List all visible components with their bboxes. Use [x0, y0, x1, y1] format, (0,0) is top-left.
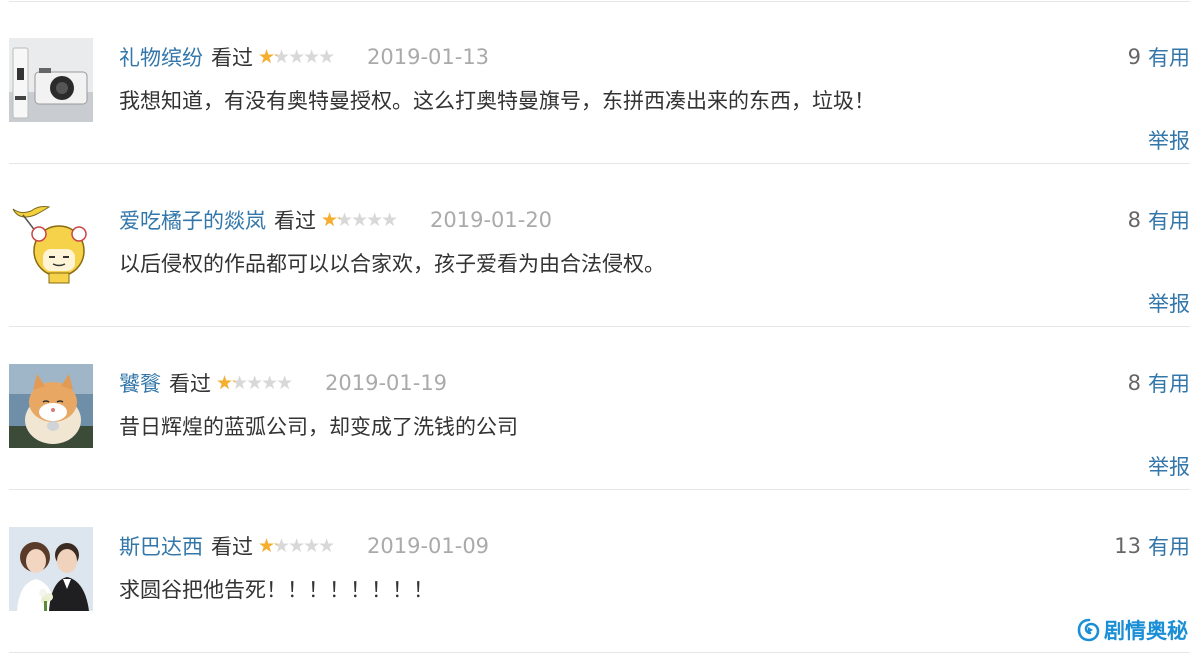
rating-stars: ★★★★★ ★★★★★	[216, 374, 312, 393]
username-link[interactable]: 爱吃橘子的燚岚	[119, 205, 266, 235]
vote-count: 8	[1127, 371, 1141, 395]
useful-button[interactable]: 有用	[1148, 205, 1190, 235]
vote-count: 9	[1127, 45, 1141, 69]
watch-status: 看过	[169, 372, 211, 396]
username-link[interactable]: 饕餮	[119, 368, 161, 398]
vote-count: 8	[1127, 208, 1141, 232]
cartoon-character-icon	[9, 201, 93, 285]
review-header: 爱吃橘子的燚岚 看过 ★★★★★ ★★★★★ 2019-01-20	[119, 202, 552, 238]
avatar[interactable]	[9, 527, 93, 611]
divider	[9, 652, 1190, 653]
username-link[interactable]: 礼物缤纷	[119, 42, 203, 72]
useful-votes: 9 有用	[1128, 39, 1190, 75]
review-text: 以后侵权的作品都可以以合家欢，孩子爱看为由合法侵权。	[119, 252, 665, 276]
useful-votes: 8 有用	[1128, 202, 1190, 238]
review-item: 爱吃橘子的燚岚 看过 ★★★★★ ★★★★★ 2019-01-20 8 有用 以…	[0, 164, 1200, 327]
watch-status: 看过	[211, 46, 253, 70]
username-link[interactable]: 斯巴达西	[119, 531, 203, 561]
avatar[interactable]	[9, 38, 93, 122]
useful-votes: 8 有用	[1128, 365, 1190, 401]
review-item: 斯巴达西 看过 ★★★★★ ★★★★★ 2019-01-09 13 有用 求圆谷…	[0, 490, 1200, 653]
report-link[interactable]: 举报	[1148, 288, 1190, 318]
useful-votes: 13 有用	[1114, 528, 1190, 564]
review-item: 礼物缤纷 看过 ★★★★★ ★★★★★ 2019-01-13 9 有用 我想知道…	[0, 1, 1200, 164]
review-text: 求圆谷把他告死！！！！！！！！	[119, 578, 434, 602]
review-date: 2019-01-09	[367, 534, 490, 558]
review-header: 礼物缤纷 看过 ★★★★★ ★★★★★ 2019-01-13	[119, 39, 489, 75]
review-date: 2019-01-20	[430, 208, 553, 232]
couple-photo-icon	[9, 527, 93, 611]
watch-status: 看过	[211, 535, 253, 559]
review-header: 斯巴达西 看过 ★★★★★ ★★★★★ 2019-01-09	[119, 528, 489, 564]
rating-stars: ★★★★★ ★★★★★	[258, 48, 354, 67]
vote-count: 13	[1114, 534, 1141, 558]
rating-stars: ★★★★★ ★★★★★	[321, 211, 417, 230]
watermark-text: 剧情奥秘	[1104, 619, 1188, 643]
rating-stars-filled: ★★★★★	[258, 47, 277, 67]
report-link[interactable]: 举报	[1148, 125, 1190, 155]
rating-stars-filled: ★★★★★	[258, 536, 277, 556]
camera-photo-icon	[9, 38, 93, 122]
useful-button[interactable]: 有用	[1148, 42, 1190, 72]
review-text: 昔日辉煌的蓝弧公司，却变成了洗钱的公司	[119, 415, 518, 439]
logo-swirl-icon	[1077, 618, 1100, 642]
rating-stars-filled: ★★★★★	[321, 210, 340, 230]
rating-stars: ★★★★★ ★★★★★	[258, 537, 354, 556]
review-item: 饕餮 看过 ★★★★★ ★★★★★ 2019-01-19 8 有用 昔日辉煌的蓝…	[0, 327, 1200, 490]
useful-button[interactable]: 有用	[1148, 531, 1190, 561]
avatar[interactable]	[9, 201, 93, 285]
useful-button[interactable]: 有用	[1148, 368, 1190, 398]
report-link[interactable]: 举报	[1148, 451, 1190, 481]
watermark: 剧情奥秘	[1077, 615, 1188, 645]
avatar[interactable]	[9, 364, 93, 448]
review-text: 我想知道，有没有奥特曼授权。这么打奥特曼旗号，东拼西凑出来的东西，垃圾！	[119, 89, 875, 113]
watch-status: 看过	[274, 209, 316, 233]
review-date: 2019-01-19	[325, 371, 448, 395]
review-date: 2019-01-13	[367, 45, 490, 69]
cat-photo-icon	[9, 364, 93, 448]
rating-stars-filled: ★★★★★	[216, 373, 235, 393]
review-header: 饕餮 看过 ★★★★★ ★★★★★ 2019-01-19	[119, 365, 447, 401]
